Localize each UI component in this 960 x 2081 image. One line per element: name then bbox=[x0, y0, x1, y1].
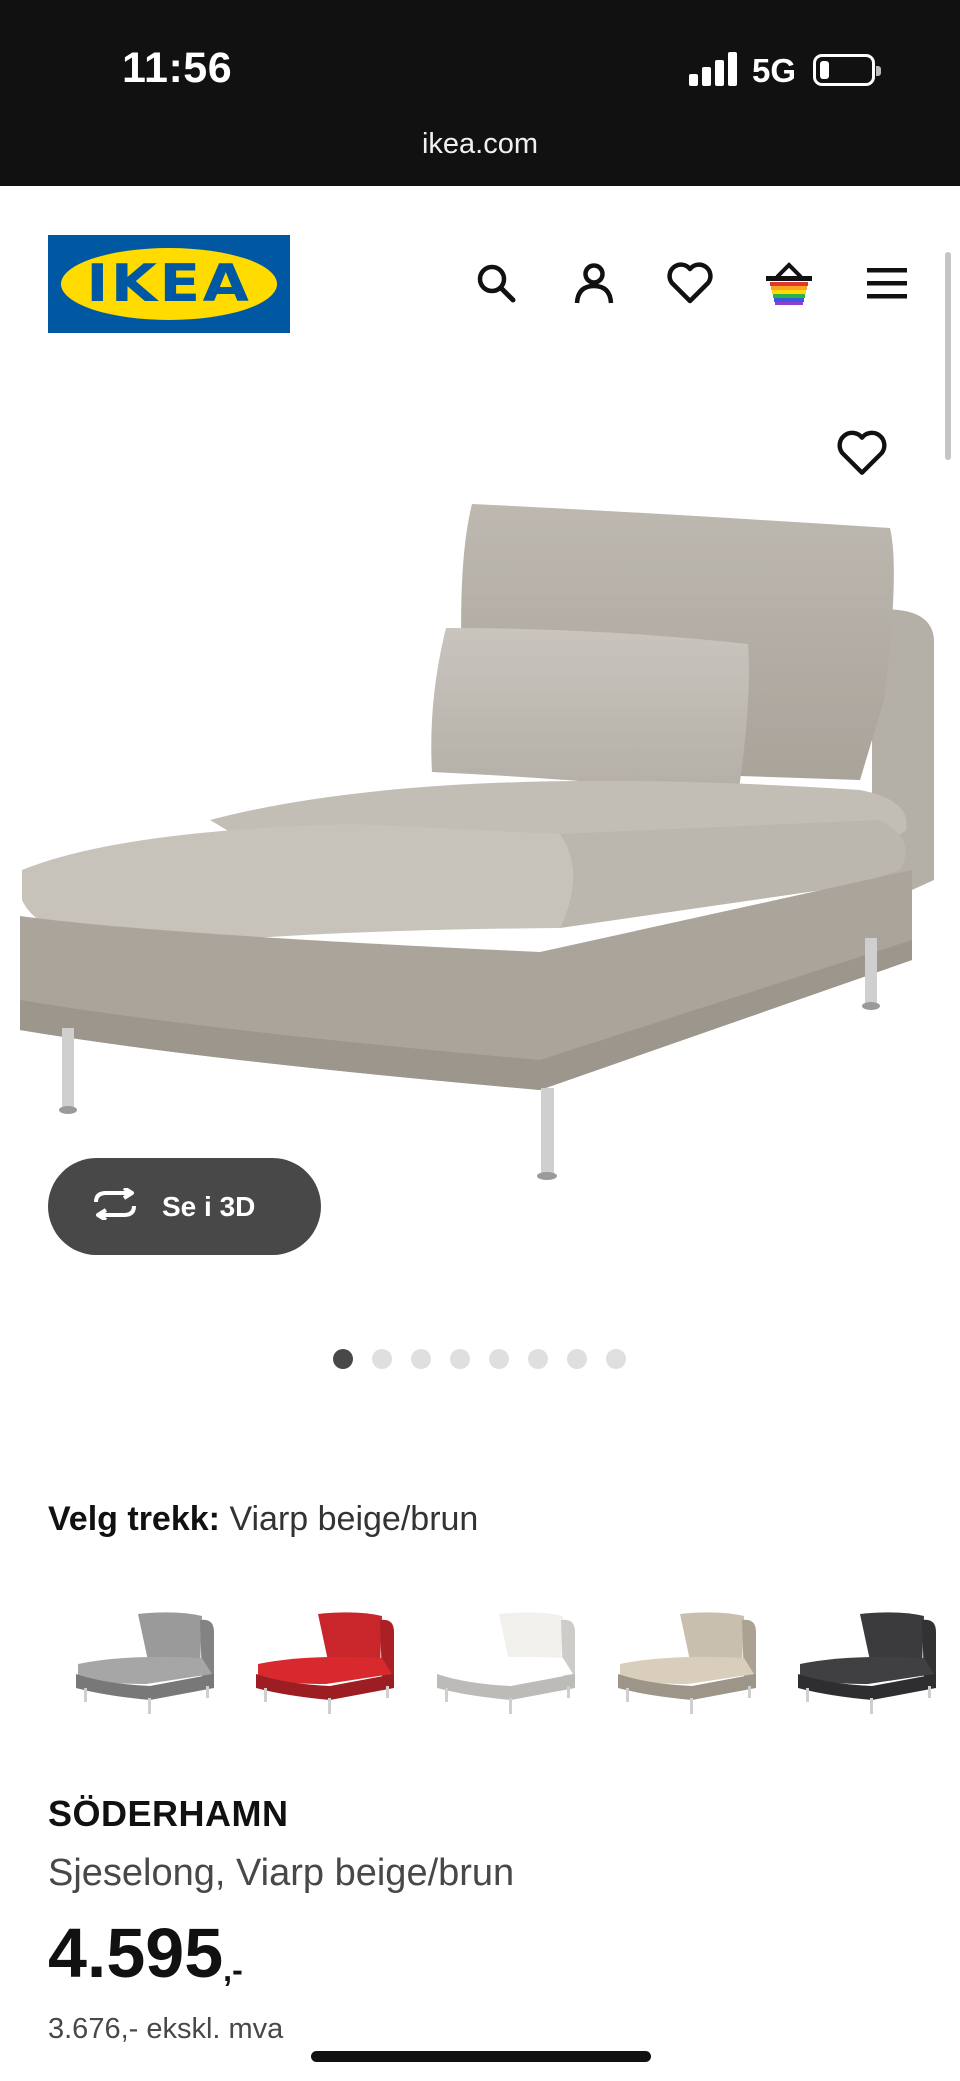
view-in-3d-label: Se i 3D bbox=[162, 1190, 256, 1222]
carousel-dot[interactable] bbox=[333, 1349, 353, 1369]
carousel-dot[interactable] bbox=[372, 1349, 392, 1369]
carousel-dot[interactable] bbox=[528, 1349, 548, 1369]
carousel-dot[interactable] bbox=[567, 1349, 587, 1369]
home-indicator[interactable] bbox=[311, 2051, 651, 2062]
status-time: 11:56 bbox=[122, 44, 233, 92]
product-image[interactable] bbox=[0, 400, 960, 1220]
account-icon[interactable] bbox=[569, 258, 619, 308]
favourites-icon[interactable] bbox=[665, 258, 715, 308]
swatch-dark-grey[interactable] bbox=[788, 1592, 948, 1734]
price: 4.595 ,- bbox=[48, 1918, 243, 1989]
network-label: 5G bbox=[752, 52, 797, 89]
swatch-grey[interactable] bbox=[66, 1592, 226, 1734]
price-value: 4.595 bbox=[48, 1914, 224, 1992]
product-name: SÖDERHAMN bbox=[48, 1793, 289, 1834]
rotate-icon bbox=[90, 1186, 140, 1225]
swatch-white[interactable] bbox=[427, 1592, 587, 1734]
price-suffix: ,- bbox=[223, 1952, 243, 1988]
view-in-3d-button[interactable]: Se i 3D bbox=[48, 1158, 321, 1255]
variant-label: Velg trekk: bbox=[48, 1500, 220, 1538]
url-bar[interactable]: ikea.com bbox=[0, 128, 960, 161]
battery-icon bbox=[813, 54, 881, 86]
carousel-dot[interactable] bbox=[411, 1349, 431, 1369]
product-description: Sjeselong, Viarp beige/brun bbox=[48, 1852, 515, 1894]
signal-icon bbox=[689, 52, 739, 86]
carousel-dot[interactable] bbox=[489, 1349, 509, 1369]
variant-swatches bbox=[48, 1592, 960, 1734]
search-icon[interactable] bbox=[471, 258, 521, 308]
status-bar: 11:56 5G ikea.com bbox=[0, 0, 960, 186]
carousel-dot[interactable] bbox=[450, 1349, 470, 1369]
carousel-dot[interactable] bbox=[606, 1349, 626, 1369]
basket-icon[interactable] bbox=[764, 258, 814, 308]
logo-text: IKEA bbox=[86, 254, 252, 314]
carousel-dots[interactable] bbox=[333, 1349, 626, 1369]
menu-icon[interactable] bbox=[862, 258, 912, 308]
swatch-beige[interactable] bbox=[608, 1592, 768, 1734]
add-to-favourites-icon[interactable] bbox=[836, 430, 888, 482]
ikea-logo[interactable]: IKEA bbox=[48, 235, 290, 333]
swatch-red[interactable] bbox=[246, 1592, 406, 1734]
price-excl-vat: 3.676,- ekskl. mva bbox=[48, 2013, 284, 2045]
variant-value: Viarp beige/brun bbox=[229, 1500, 479, 1538]
variant-selector: Velg trekk: Viarp beige/brun bbox=[48, 1500, 478, 1539]
